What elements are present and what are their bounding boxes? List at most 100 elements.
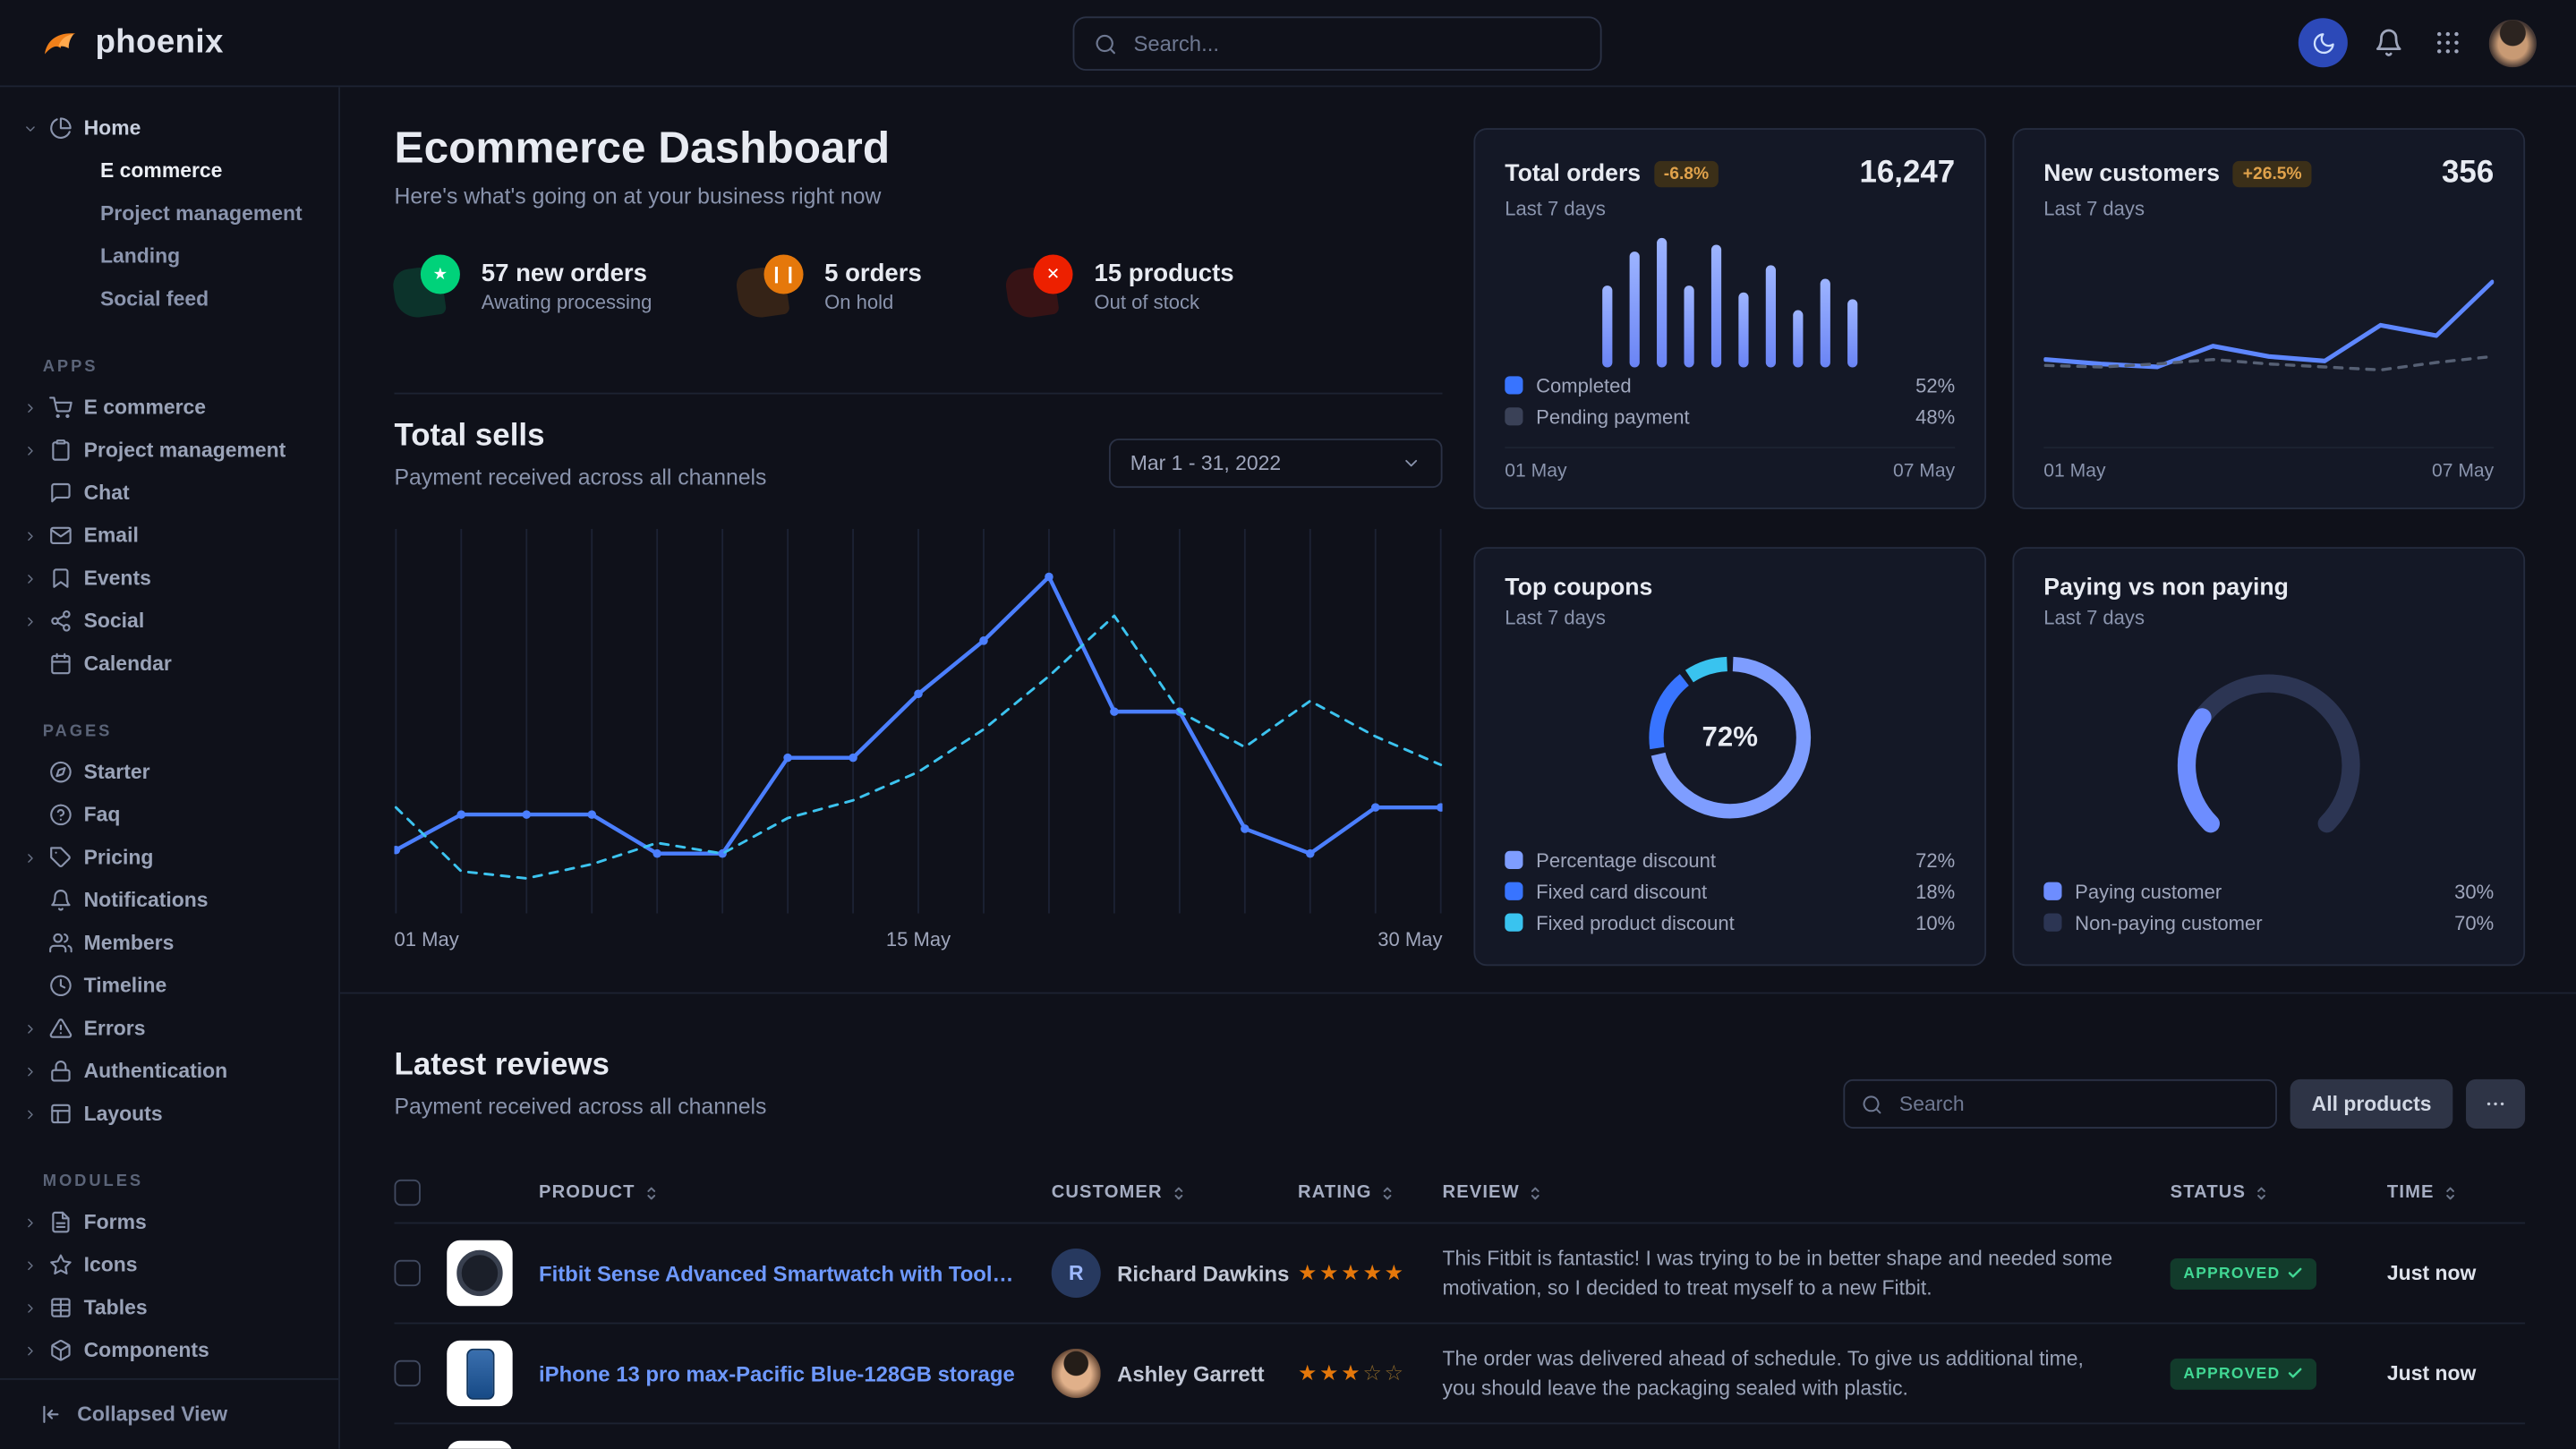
sidebar-subitem-landing[interactable]: Landing xyxy=(0,234,338,277)
theme-toggle-button[interactable] xyxy=(2299,18,2348,67)
orders-bar-chart xyxy=(1565,216,1894,373)
search-input[interactable] xyxy=(1130,30,1581,57)
sidebar-item-forms[interactable]: Forms xyxy=(0,1201,338,1244)
sidebar-item-social[interactable]: Social xyxy=(0,600,338,643)
sidebar-item-layouts[interactable]: Layouts xyxy=(0,1093,338,1136)
sidebar-item-email[interactable]: Email xyxy=(0,514,338,557)
sort-icon[interactable] xyxy=(2441,1183,2459,1201)
legend-item-fixed-card-discount: Fixed card discount18% xyxy=(1505,875,1955,907)
sort-icon[interactable] xyxy=(642,1183,660,1201)
sidebar-subitem-e-commerce[interactable]: E commerce xyxy=(0,149,338,192)
collapsed-view-toggle[interactable]: Collapsed View xyxy=(0,1378,338,1449)
file-text-icon xyxy=(49,1211,73,1234)
change-badge: -6.8% xyxy=(1654,161,1719,187)
sidebar-item-project-management[interactable]: Project management xyxy=(0,429,338,472)
legend-swatch xyxy=(1505,882,1523,900)
column-header-product[interactable]: PRODUCT xyxy=(447,1183,1051,1203)
search-icon xyxy=(1862,1093,1883,1114)
stat-value: 57 new orders xyxy=(482,259,653,286)
sidebar-item-home[interactable]: Home xyxy=(0,107,338,149)
rating-stars: ★★★★★ xyxy=(1298,1260,1443,1286)
sidebar-subitem-social-feed[interactable]: Social feed xyxy=(0,277,338,320)
column-header-status[interactable]: STATUS xyxy=(2171,1183,2387,1203)
column-header-time[interactable]: TIME xyxy=(2387,1183,2525,1203)
product-thumbnail xyxy=(447,1240,512,1306)
sidebar-subitem-project-management[interactable]: Project management xyxy=(0,192,338,235)
chevron-right-icon xyxy=(23,1257,38,1273)
sidebar-item-pricing[interactable]: Pricing xyxy=(0,836,338,879)
sidebar-item-events[interactable]: Events xyxy=(0,557,338,600)
new-customers-card: New customers +26.5% 356 Last 7 days 01 … xyxy=(2012,128,2525,509)
sidebar-item-components[interactable]: Components xyxy=(0,1329,338,1372)
chevron-right-icon xyxy=(23,1342,38,1358)
sidebar-item-calendar[interactable]: Calendar xyxy=(0,643,338,686)
brand[interactable]: phoenix xyxy=(39,21,224,64)
latest-reviews-title: Latest reviews xyxy=(395,1048,767,1084)
phoenix-logo-icon xyxy=(39,21,82,64)
sidebar-item-authentication[interactable]: Authentication xyxy=(0,1050,338,1093)
paying-gauge-chart xyxy=(2145,661,2392,845)
product-link[interactable]: Fitbit Sense Advanced Smartwatch with To… xyxy=(539,1261,1019,1286)
legend-swatch xyxy=(1505,407,1523,425)
coupons-legend: Percentage discount72%Fixed card discoun… xyxy=(1505,844,1955,938)
chevron-right-icon xyxy=(23,571,38,586)
sidebar-item-tables[interactable]: Tables xyxy=(0,1286,338,1329)
total-orders-card: Total orders -6.8% 16,247 Last 7 days Co… xyxy=(1473,128,1986,509)
sidebar-item-faq[interactable]: Faq xyxy=(0,794,338,837)
all-products-button[interactable]: All products xyxy=(2290,1079,2453,1129)
review-text: The order was delivered ahead of schedul… xyxy=(1443,1343,2171,1403)
sidebar-section-apps: APPS xyxy=(0,346,338,386)
bookmark-icon xyxy=(49,567,73,590)
sidebar-item-chat[interactable]: Chat xyxy=(0,472,338,515)
chevron-right-icon xyxy=(23,1215,38,1230)
apps-button[interactable] xyxy=(2430,25,2466,61)
reviews-table: PRODUCTCUSTOMERRATINGREVIEWSTATUSTIME Fit… xyxy=(395,1163,2526,1449)
legend-item-percentage-discount: Percentage discount72% xyxy=(1505,844,1955,875)
legend-swatch xyxy=(1505,376,1523,394)
sort-icon[interactable] xyxy=(2252,1183,2270,1201)
pause-icon: ❙❙ xyxy=(738,254,803,317)
sort-icon[interactable] xyxy=(1169,1183,1187,1201)
more-button[interactable] xyxy=(2466,1079,2525,1129)
topbar-search[interactable] xyxy=(1073,16,1602,71)
reviews-search[interactable] xyxy=(1844,1079,2278,1129)
notifications-button[interactable] xyxy=(2371,25,2407,61)
brand-name: phoenix xyxy=(95,24,223,62)
column-header-rating[interactable]: RATING xyxy=(1298,1183,1443,1203)
column-header-customer[interactable]: CUSTOMER xyxy=(1052,1183,1298,1203)
check-icon xyxy=(2287,1265,2303,1281)
select-all-checkbox[interactable] xyxy=(395,1180,421,1206)
sort-icon[interactable] xyxy=(1378,1183,1396,1201)
row-checkbox[interactable] xyxy=(395,1360,421,1386)
sidebar-item-timeline[interactable]: Timeline xyxy=(0,964,338,1007)
chevron-down-icon xyxy=(1402,454,1421,473)
product-thumbnail xyxy=(447,1341,512,1406)
sidebar-item-errors[interactable]: Errors xyxy=(0,1007,338,1050)
latest-reviews-header: Latest reviews Payment received across a… xyxy=(395,1048,767,1119)
review-time: Just now xyxy=(2387,1262,2525,1285)
row-checkbox[interactable] xyxy=(395,1260,421,1286)
legend-item-paying-customer: Paying customer30% xyxy=(2043,875,2494,907)
sort-icon[interactable] xyxy=(1526,1183,1544,1201)
users-icon xyxy=(49,932,73,955)
sidebar-item-icons[interactable]: Icons xyxy=(0,1243,338,1286)
total-sells-chart xyxy=(395,523,1443,920)
stat-value: 15 products xyxy=(1095,259,1234,286)
reviews-search-input[interactable] xyxy=(1896,1091,2259,1117)
product-link[interactable]: iPhone 13 pro max-Pacific Blue-128GB sto… xyxy=(539,1361,1015,1386)
sidebar-item-members[interactable]: Members xyxy=(0,922,338,965)
sidebar-item-notifications[interactable]: Notifications xyxy=(0,879,338,922)
axis-label: 01 May xyxy=(2043,462,2105,482)
review-text: This Fitbit is fantastic! I was trying t… xyxy=(1443,1243,2171,1303)
stats-row: ★57 new ordersAwating processing❙❙5 orde… xyxy=(395,254,1234,317)
stat-on-hold: ❙❙5 ordersOn hold xyxy=(738,254,922,317)
column-header-review[interactable]: REVIEW xyxy=(1443,1183,2171,1203)
star-icon: ★ xyxy=(395,254,460,317)
legend-item-fixed-product-discount: Fixed product discount10% xyxy=(1505,907,1955,938)
chevron-right-icon xyxy=(23,400,38,415)
chevron-right-icon xyxy=(23,1300,38,1316)
user-avatar[interactable] xyxy=(2489,19,2537,66)
sidebar-item-e-commerce[interactable]: E commerce xyxy=(0,386,338,429)
sidebar-item-starter[interactable]: Starter xyxy=(0,751,338,794)
date-range-select[interactable]: Mar 1 - 31, 2022 xyxy=(1109,439,1443,488)
